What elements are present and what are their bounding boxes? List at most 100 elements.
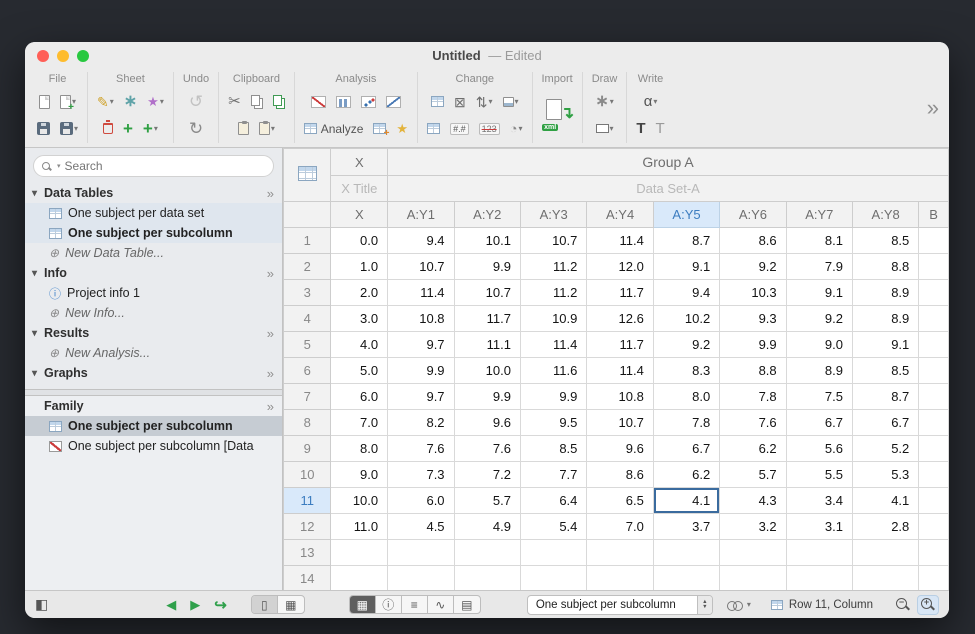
table-cell[interactable] <box>919 436 949 462</box>
family-divider[interactable] <box>25 389 282 396</box>
table-cell[interactable]: 10.7 <box>454 280 520 306</box>
table-cell[interactable]: 9.1 <box>653 254 719 280</box>
table-cell[interactable]: 8.5 <box>520 436 586 462</box>
section-expand-icon[interactable]: » <box>267 266 274 281</box>
section-expand-icon[interactable]: » <box>267 399 274 414</box>
sidebar-item-data-table-1[interactable]: One subject per data set <box>25 203 282 223</box>
x-title-cell[interactable]: X Title <box>331 176 388 202</box>
analyze-button[interactable]: Analyze <box>304 122 364 136</box>
row-header[interactable]: 12 <box>284 514 331 540</box>
gallery-view-button[interactable]: ▦ <box>278 596 304 613</box>
table-cell[interactable]: 9.2 <box>720 254 786 280</box>
table-cell[interactable]: 7.9 <box>786 254 852 280</box>
table-cell[interactable] <box>919 488 949 514</box>
column-header[interactable]: A:Y2 <box>454 202 520 228</box>
duplicate-sheet-button[interactable]: +▾ <box>143 120 158 137</box>
table-cell[interactable]: 4.1 <box>653 488 719 514</box>
table-cell[interactable]: 7.0 <box>587 514 653 540</box>
table-cell[interactable]: 10.1 <box>454 228 520 254</box>
table-cell[interactable]: 11.2 <box>520 254 586 280</box>
copy-button[interactable] <box>251 95 263 108</box>
table-cell[interactable]: 9.3 <box>720 306 786 332</box>
table-cell[interactable]: 12.0 <box>587 254 653 280</box>
table-cell[interactable]: 8.0 <box>653 384 719 410</box>
undo-button[interactable]: ↺ <box>189 93 203 110</box>
table-cell[interactable]: 9.6 <box>454 410 520 436</box>
table-cell[interactable]: 7.8 <box>720 384 786 410</box>
apply-analysis-button[interactable] <box>373 123 386 134</box>
table-cell[interactable] <box>919 228 949 254</box>
table-cell[interactable]: 3.4 <box>786 488 852 514</box>
save-as-button[interactable]: ▾ <box>60 122 78 135</box>
table-cell[interactable]: 8.9 <box>852 280 918 306</box>
table-cell[interactable] <box>388 540 454 566</box>
table-cell[interactable] <box>653 540 719 566</box>
group-header[interactable]: Group A <box>388 149 949 176</box>
row-header[interactable]: 4 <box>284 306 331 332</box>
table-cell[interactable]: 11.4 <box>520 332 586 358</box>
table-cell[interactable]: 5.7 <box>720 462 786 488</box>
table-cell[interactable]: 10.8 <box>388 306 454 332</box>
row-header[interactable]: 10 <box>284 462 331 488</box>
new-from-template-button[interactable]: ▾ <box>60 95 76 109</box>
significant-digits-button[interactable]: 123 <box>479 123 500 135</box>
data-set-title-cell[interactable]: Data Set-A <box>388 176 949 202</box>
table-cell[interactable]: 4.5 <box>388 514 454 540</box>
paste-button[interactable] <box>238 122 249 135</box>
row-header[interactable]: 5 <box>284 332 331 358</box>
table-cell[interactable]: 10.7 <box>587 410 653 436</box>
info-view-button[interactable]: ⓘ <box>376 596 402 613</box>
table-cell[interactable]: 8.7 <box>852 384 918 410</box>
table-cell[interactable]: 11.4 <box>587 358 653 384</box>
table-cell[interactable]: 9.9 <box>388 358 454 384</box>
graph-view-button[interactable]: ∿ <box>428 596 454 613</box>
table-cell[interactable]: 8.9 <box>786 358 852 384</box>
draw-shapes-button[interactable]: ∗▾ <box>595 94 613 110</box>
table-cell[interactable]: 7.6 <box>454 436 520 462</box>
table-cell[interactable] <box>653 566 719 591</box>
table-cell[interactable]: 8.6 <box>720 228 786 254</box>
table-cell[interactable]: 2.0 <box>331 280 388 306</box>
table-cell[interactable]: 11.0 <box>331 514 388 540</box>
section-results[interactable]: ▾ Results » <box>25 323 282 343</box>
table-cell[interactable]: 8.2 <box>388 410 454 436</box>
table-cell[interactable]: 9.4 <box>388 228 454 254</box>
table-cell[interactable] <box>919 306 949 332</box>
table-cell[interactable]: 11.1 <box>454 332 520 358</box>
sidebar-item-new-info[interactable]: ⊕ New Info... <box>25 303 282 323</box>
layout-view-button[interactable]: ▤ <box>454 596 480 613</box>
table-cell[interactable]: 9.4 <box>653 280 719 306</box>
table-cell[interactable]: 9.0 <box>786 332 852 358</box>
disclosure-icon[interactable]: ▾ <box>32 328 44 339</box>
table-cell[interactable] <box>331 566 388 591</box>
table-cell[interactable]: 6.2 <box>720 436 786 462</box>
transpose-button[interactable] <box>427 123 440 134</box>
table-cell[interactable]: 4.1 <box>852 488 918 514</box>
table-cell[interactable]: 11.6 <box>520 358 586 384</box>
section-expand-icon[interactable]: » <box>267 326 274 341</box>
table-cell[interactable] <box>786 566 852 591</box>
table-cell[interactable]: 8.3 <box>653 358 719 384</box>
section-data-tables[interactable]: ▾ Data Tables » <box>25 183 282 203</box>
table-cell[interactable]: 7.6 <box>720 410 786 436</box>
table-cell[interactable]: 6.0 <box>388 488 454 514</box>
next-sheet-button[interactable]: ▶ <box>190 597 200 613</box>
table-cell[interactable]: 5.5 <box>786 462 852 488</box>
table-view-button[interactable]: ▦ <box>350 596 376 613</box>
row-header[interactable]: 6 <box>284 358 331 384</box>
sheet-picker-stepper[interactable]: ▲ ▼ <box>697 596 712 614</box>
exclude-values-button[interactable]: ⊠ <box>454 95 466 109</box>
table-cell[interactable]: 11.7 <box>454 306 520 332</box>
table-cell[interactable]: 3.7 <box>653 514 719 540</box>
table-cell[interactable] <box>919 280 949 306</box>
new-document-button[interactable] <box>39 95 50 109</box>
column-header[interactable]: A:Y1 <box>388 202 454 228</box>
table-cell[interactable]: 5.6 <box>786 436 852 462</box>
table-cell[interactable] <box>919 384 949 410</box>
family-item-current-table[interactable]: One subject per subcolumn <box>25 416 282 436</box>
table-cell[interactable]: 6.7 <box>786 410 852 436</box>
section-expand-icon[interactable]: » <box>267 366 274 381</box>
table-cell[interactable]: 9.0 <box>331 462 388 488</box>
sheet-picker-dropdown[interactable]: One subject per subcolumn ▲ ▼ <box>527 595 713 615</box>
table-cell[interactable] <box>786 540 852 566</box>
